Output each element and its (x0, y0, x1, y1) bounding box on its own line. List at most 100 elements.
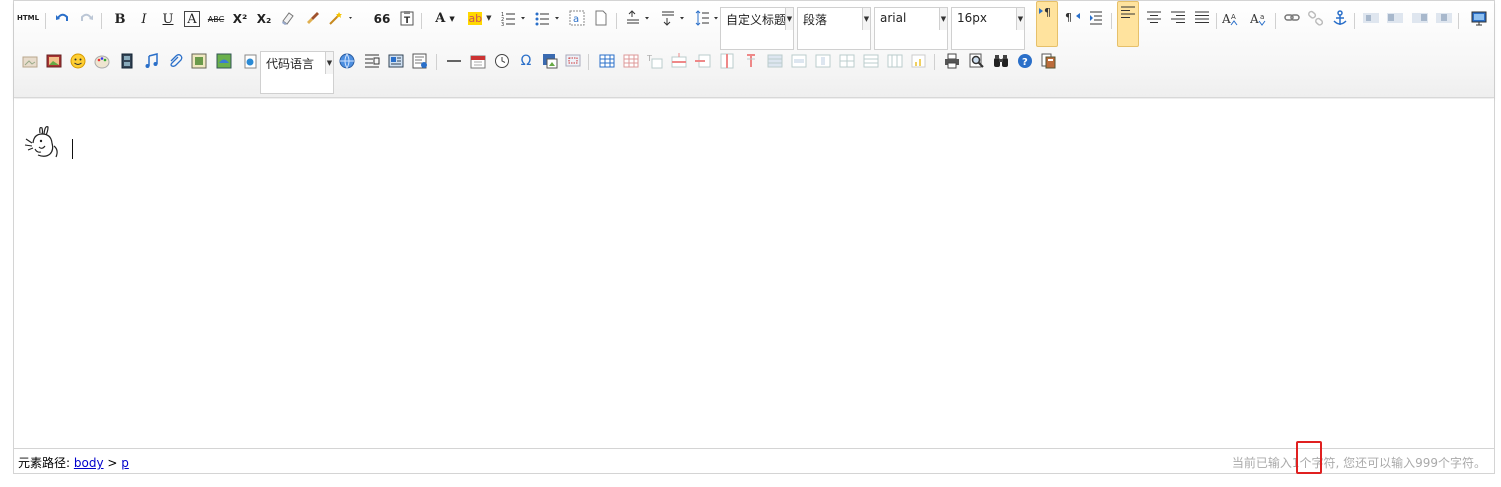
image-left-button[interactable] (1385, 8, 1405, 28)
insert-video-button[interactable] (117, 51, 137, 71)
indent-button[interactable] (1087, 8, 1107, 28)
path-body-link[interactable]: body (74, 456, 104, 470)
snapscreen-button[interactable] (563, 51, 583, 71)
chevron-down-icon[interactable]: ▼ (1016, 8, 1024, 30)
justify-center-button[interactable] (1144, 8, 1164, 28)
font-border-button[interactable]: A (182, 9, 202, 29)
split-to-cells-button[interactable] (837, 51, 857, 71)
chevron-down-icon[interactable]: ▼ (785, 8, 793, 30)
unlink-button[interactable] (1306, 8, 1326, 28)
rtl-direction-button[interactable]: ¶ (1063, 8, 1083, 28)
path-separator: > (103, 456, 122, 470)
attachment-button[interactable] (165, 51, 185, 71)
time-button[interactable] (492, 51, 512, 71)
template-button[interactable] (362, 51, 382, 71)
chevron-down-icon[interactable]: ▼ (862, 8, 870, 30)
split-to-rows-button[interactable] (861, 51, 881, 71)
font-family-select[interactable]: arial ▼ (874, 7, 948, 50)
insert-col-button[interactable] (717, 51, 737, 71)
insert-row-button[interactable] (669, 51, 689, 71)
charts-button[interactable] (909, 51, 929, 71)
custom-style-select[interactable]: 自定义标题 ▼ (720, 7, 794, 50)
toolbar: HTML B I U A ABC X² X₂ 66 T A ▼ ab ▼ 1 2… (14, 1, 1494, 98)
paste-plain-button[interactable]: T (397, 8, 417, 28)
image-center-button[interactable] (1434, 8, 1454, 28)
fullscreen-button[interactable] (1469, 8, 1489, 28)
backcolor-button[interactable]: ab ▼ (465, 8, 495, 28)
emotion-button[interactable] (68, 51, 88, 71)
search-replace-button[interactable] (991, 51, 1011, 71)
editor-content-area[interactable] (14, 99, 1494, 449)
music-button[interactable] (141, 51, 161, 71)
page-break-button[interactable] (337, 51, 357, 71)
scrawl-button[interactable] (92, 51, 112, 71)
merge-cells-button[interactable] (765, 51, 785, 71)
lowercase-button[interactable]: Aa (1249, 8, 1269, 28)
format-match-button[interactable] (303, 8, 323, 28)
web-app-button[interactable] (240, 51, 260, 71)
undo-button[interactable] (52, 8, 72, 28)
italic-button[interactable]: I (134, 9, 154, 29)
image-none-button[interactable] (1361, 8, 1381, 28)
element-path-label: 元素路径: (18, 456, 71, 470)
merge-right-button[interactable] (789, 51, 809, 71)
code-language-select[interactable]: 代码语言 ▼ (260, 51, 334, 94)
forecolor-button[interactable]: A ▼ (430, 8, 460, 28)
ltr-direction-button[interactable]: ¶ (1036, 1, 1058, 47)
html-source-button[interactable]: HTML (17, 8, 39, 28)
simple-upload-button[interactable] (20, 51, 40, 71)
paragraph-select[interactable]: 段落 ▼ (797, 7, 871, 50)
select-all-button[interactable]: a (567, 8, 587, 28)
subscript-button[interactable]: X₂ (254, 9, 274, 29)
insert-frame-button[interactable] (189, 51, 209, 71)
chevron-down-icon[interactable]: ▼ (939, 8, 947, 30)
auto-typeset-button[interactable] (327, 8, 357, 28)
row-spacing-top-button[interactable] (625, 8, 655, 28)
justify-left-button[interactable] (1117, 1, 1139, 47)
path-p-link[interactable]: p (121, 456, 129, 470)
split-to-cols-button[interactable] (885, 51, 905, 71)
merge-down-button[interactable] (813, 51, 833, 71)
insert-table-button[interactable] (597, 51, 617, 71)
superscript-button[interactable]: X² (230, 9, 250, 29)
delete-col-button[interactable] (741, 51, 761, 71)
separator (588, 54, 589, 70)
insert-image-button[interactable] (44, 51, 64, 71)
insert-paragraph-before-table-button[interactable]: T (645, 51, 665, 71)
horizontal-rule-button[interactable] (444, 51, 464, 71)
row-spacing-bottom-button[interactable] (660, 8, 690, 28)
font-size-select[interactable]: 16px ▼ (951, 7, 1025, 50)
eraser-icon (282, 12, 294, 25)
background-button[interactable] (386, 51, 406, 71)
bold-button[interactable]: B (110, 9, 130, 29)
remove-format-button[interactable] (278, 8, 298, 28)
underline-button[interactable]: U (158, 9, 178, 29)
indent-icon (1090, 11, 1102, 25)
chevron-down-icon[interactable]: ▼ (325, 52, 333, 74)
map-button[interactable] (214, 51, 234, 71)
ordered-list-button[interactable]: 123 (500, 8, 530, 28)
insert-code-button[interactable] (410, 51, 430, 71)
preview-button[interactable] (967, 51, 987, 71)
justify-right-button[interactable] (1168, 8, 1188, 28)
anchor-button[interactable] (1330, 8, 1350, 28)
redo-button[interactable] (77, 8, 97, 28)
delete-row-button[interactable] (693, 51, 713, 71)
special-char-button[interactable]: Ω (516, 51, 536, 71)
wordimage-button[interactable] (540, 51, 560, 71)
unordered-list-button[interactable] (534, 8, 564, 28)
link-button[interactable] (1282, 8, 1302, 28)
image-right-button[interactable] (1410, 8, 1430, 28)
clear-doc-button[interactable] (591, 8, 611, 28)
date-button[interactable] (468, 51, 488, 71)
strikethrough-button[interactable]: ABC (206, 9, 226, 29)
uppercase-button[interactable]: AA (1221, 8, 1241, 28)
blockquote-button[interactable]: 66 (372, 9, 392, 29)
redo-icon (81, 13, 93, 21)
help-button[interactable]: ? (1015, 51, 1035, 71)
drafts-button[interactable] (1039, 51, 1059, 71)
justify-full-button[interactable] (1192, 8, 1212, 28)
print-button[interactable] (942, 51, 962, 71)
delete-table-button[interactable] (621, 51, 641, 71)
delete-column-icon (747, 54, 755, 67)
